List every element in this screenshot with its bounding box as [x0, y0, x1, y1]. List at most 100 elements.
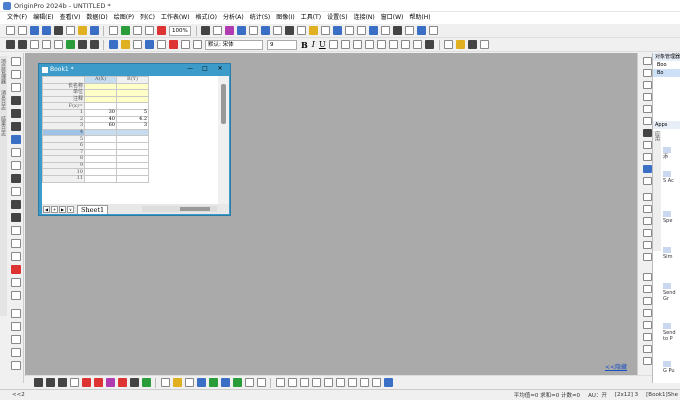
horizontal-scrollbar[interactable]	[142, 206, 217, 212]
swap-layer-icon[interactable]	[359, 378, 369, 387]
row-number[interactable]: 11	[42, 174, 85, 183]
app-entry[interactable]: S Ac	[663, 171, 680, 184]
data-selector-icon[interactable]	[10, 135, 21, 144]
menu-plot[interactable]: 绘图(P)	[111, 12, 137, 24]
table-cell[interactable]	[116, 168, 149, 176]
3d-surface-icon[interactable]	[196, 378, 206, 387]
row-number[interactable]: 3	[42, 122, 85, 130]
3d-scatter-icon[interactable]	[208, 378, 218, 387]
table-cell[interactable]	[116, 95, 149, 104]
add-inset-icon[interactable]	[383, 378, 393, 387]
scatter-plot-icon[interactable]	[45, 378, 55, 387]
curved-arrow-icon[interactable]	[10, 200, 21, 209]
tool-polar-icon[interactable]	[642, 217, 652, 225]
tool-ternary-icon[interactable]	[642, 229, 652, 237]
font-size-combo[interactable]: 9	[267, 39, 297, 50]
pointer-tool-icon[interactable]	[10, 57, 21, 66]
screen-reader-icon[interactable]	[10, 109, 21, 118]
menu-worksheet[interactable]: 工作表(W)	[158, 12, 193, 24]
table-cell[interactable]: 3	[116, 122, 149, 130]
table-cell[interactable]	[84, 161, 117, 170]
draw-data-icon[interactable]	[10, 252, 21, 261]
status-autoupdate[interactable]: AU：开	[588, 391, 607, 399]
menu-data[interactable]: 数据(D)	[83, 12, 110, 24]
menu-help[interactable]: 帮助(H)	[406, 12, 433, 24]
print-icon[interactable]	[201, 26, 211, 35]
tab-project-explorer[interactable]: 项目管理器	[0, 56, 7, 87]
messages-log-icon[interactable]	[321, 26, 331, 35]
tool-stats-icon[interactable]	[642, 129, 652, 137]
vertical-scrollbar[interactable]	[218, 76, 229, 204]
tool-fill-area-icon[interactable]	[642, 193, 652, 201]
forward-icon[interactable]	[17, 40, 27, 49]
axis-icon[interactable]	[144, 40, 154, 49]
row-number[interactable]: 6	[42, 141, 85, 150]
stock-plot-icon[interactable]	[129, 378, 139, 387]
vertical-scroll-thumb[interactable]	[221, 84, 226, 124]
project-explorer-icon[interactable]	[309, 26, 319, 35]
area-plot-icon[interactable]	[105, 378, 115, 387]
table-cell[interactable]	[84, 135, 117, 143]
layout-arrange-icon[interactable]	[10, 309, 21, 318]
add-layer-icon[interactable]	[120, 40, 130, 49]
apps-gallery-icon[interactable]	[333, 26, 343, 35]
row-label[interactable]: 注释	[42, 95, 85, 104]
new-matrix-icon[interactable]	[53, 26, 63, 35]
arrow-tool-icon[interactable]	[10, 187, 21, 196]
row-number[interactable]: 7	[42, 148, 85, 157]
app-entry[interactable]: Sim	[663, 247, 680, 260]
copy-page-icon[interactable]	[213, 26, 223, 35]
tab-apps[interactable]: 应用	[653, 131, 661, 251]
sheet-tab-sheet1[interactable]: Sheet1	[77, 204, 109, 214]
row-number[interactable]: 1	[42, 108, 85, 117]
fill-color-icon[interactable]	[444, 40, 454, 49]
bar-plot-icon[interactable]	[93, 378, 103, 387]
row-number[interactable]: 9	[42, 161, 85, 170]
menu-tools[interactable]: 工具(T)	[298, 12, 324, 24]
statistics-icon[interactable]	[405, 26, 415, 35]
rescale-icon[interactable]	[108, 40, 118, 49]
refresh-icon[interactable]	[237, 26, 247, 35]
table-cell[interactable]	[116, 89, 149, 97]
table-cell[interactable]	[116, 82, 149, 91]
code-builder-icon[interactable]	[261, 26, 271, 35]
row-number[interactable]: 5	[42, 135, 85, 143]
record-icon[interactable]	[156, 26, 166, 35]
row-number[interactable]: 2	[42, 115, 85, 124]
tool-export-icon[interactable]	[642, 357, 652, 365]
merge-graphs-icon[interactable]	[335, 378, 345, 387]
pie-plot-icon[interactable]	[117, 378, 127, 387]
import-icon[interactable]	[108, 26, 118, 35]
polar-plot-icon[interactable]	[244, 378, 254, 387]
new-layout-icon[interactable]	[345, 26, 355, 35]
table-cell[interactable]	[116, 135, 149, 143]
line-color-icon[interactable]	[468, 40, 478, 49]
tool-merge-icon[interactable]	[642, 285, 652, 293]
tool-3d-icon[interactable]	[642, 177, 652, 185]
book1-window[interactable]: Book1 * — □ ✕ A(X) B(Y) 长名称 单位 注释 F(x)= …	[38, 63, 231, 216]
sheet-nav-prev[interactable]: ◀	[43, 205, 50, 213]
add-legend-icon[interactable]	[132, 40, 142, 49]
redo-icon[interactable]	[192, 40, 202, 49]
tool-boxplot-icon[interactable]	[642, 153, 652, 161]
paste-icon[interactable]	[53, 40, 63, 49]
mask-tool-icon[interactable]	[10, 161, 21, 170]
new-notes-icon[interactable]	[65, 26, 75, 35]
maximize-button[interactable]: □	[199, 65, 211, 72]
results-log-icon[interactable]	[297, 26, 307, 35]
region-of-interest-icon[interactable]	[10, 265, 21, 274]
line-plot-icon[interactable]	[33, 378, 43, 387]
tool-layout-icon[interactable]	[642, 297, 652, 305]
menu-statistics[interactable]: 统计(S)	[247, 12, 274, 24]
tool-area-icon[interactable]	[642, 117, 652, 125]
save-icon[interactable]	[89, 26, 99, 35]
column-plot-icon[interactable]	[81, 378, 91, 387]
text-tool-icon[interactable]	[10, 174, 21, 183]
extract-layer-icon[interactable]	[371, 378, 381, 387]
book1-titlebar[interactable]: Book1 * — □ ✕	[39, 64, 230, 75]
app-entry[interactable]: G Pu	[663, 361, 680, 374]
tool-vector-icon[interactable]	[642, 205, 652, 213]
new-function-icon[interactable]	[357, 26, 367, 35]
zoom-in-tool-icon[interactable]	[10, 70, 21, 79]
tool-code-icon[interactable]	[642, 321, 652, 329]
